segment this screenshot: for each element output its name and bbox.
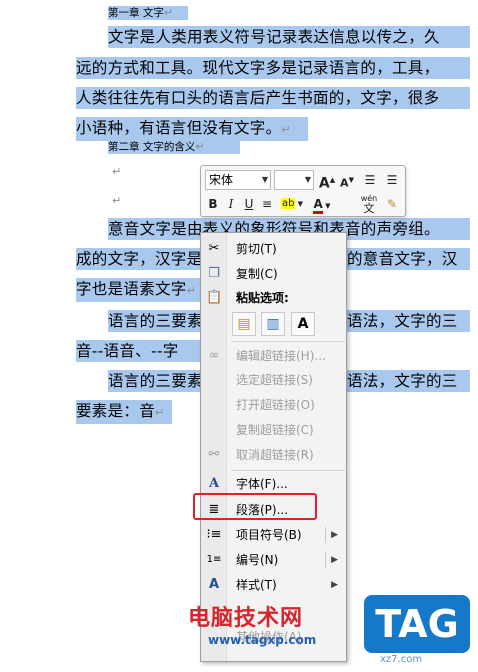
shrink-font-button[interactable]: A▼	[338, 170, 356, 190]
chevron-down-icon: ▼	[304, 175, 311, 184]
empty-paragraph-mark: ↵	[112, 165, 122, 178]
highlight-color-button[interactable]: ab ▼	[279, 194, 305, 214]
chevron-right-icon[interactable]: ▶	[331, 548, 338, 572]
font-icon: A	[208, 476, 220, 491]
paste-options-label: 粘贴选项:	[236, 291, 289, 305]
menu-item-edit-hyperlink[interactable]: ∞ 编辑超链接(H)...	[201, 344, 346, 368]
link-icon: ∞	[208, 348, 220, 363]
menu-item-select-hyperlink[interactable]: 选定超链接(S)	[201, 368, 346, 392]
paragraph-1-line-2: 远的方式和工具。现代文字多是记录语言的，工具，	[76, 57, 470, 79]
grow-font-button[interactable]: A▲	[318, 170, 336, 192]
empty-paragraph-mark: ↵	[112, 194, 122, 207]
numbered-list-icon: 1≡	[206, 554, 222, 565]
chevron-right-icon[interactable]: ▶	[331, 523, 338, 547]
menu-item-bullets[interactable]: ⁝≡ 项目符号(B) ▶	[201, 523, 346, 547]
paragraph-1-line-3: 人类往往先有口头的语言后产生书面的，文字，很多	[76, 87, 470, 109]
increase-indent-icon[interactable]: ☰	[383, 170, 401, 190]
heading-chapter-1: 第一章 文字↵	[108, 6, 188, 20]
styles-icon: A	[208, 577, 220, 592]
paragraph-3-line-2: 音--语音、--字	[76, 340, 204, 362]
heading-chapter-2: 第二章 文字的含义↵	[108, 140, 240, 154]
menu-item-styles[interactable]: A 样式(T) ▶	[201, 573, 346, 597]
paste-merge-format-button[interactable]: ▥	[261, 312, 285, 336]
unlink-icon: ⚯	[208, 447, 220, 462]
watermark-site-name: 电脑技术网	[188, 606, 304, 631]
paragraph-2-line-2-left: 成的文字，汉字是	[76, 248, 204, 270]
italic-button[interactable]: I	[223, 194, 239, 214]
format-painter-icon[interactable]: ✎	[383, 194, 401, 214]
watermark-tag-logo: TAG	[364, 595, 470, 653]
chevron-down-icon: ▼	[261, 175, 268, 184]
paste-keep-format-button[interactable]: ▤	[232, 312, 256, 336]
bold-button[interactable]: B	[205, 194, 221, 214]
paragraph-4-line-1-left: 语言的三要素	[108, 370, 204, 392]
paste-text-only-button[interactable]: A	[291, 312, 315, 336]
bullet-list-icon: ⁝≡	[206, 527, 222, 542]
phonetic-guide-button[interactable]: wén 文	[359, 194, 379, 214]
center-align-button[interactable]: ≡	[259, 194, 275, 214]
menu-item-cut[interactable]: ✂ 剪切(T)	[201, 237, 346, 261]
font-name-combo[interactable]: 宋体 ▼	[205, 170, 271, 190]
paragraph-3-line-1-right: 语法，文字的三	[347, 310, 470, 332]
menu-separator	[231, 470, 345, 471]
menu-item-copy-hyperlink[interactable]: 复制超链接(C)	[201, 418, 346, 442]
paragraph-2-line-3: 字也是语素文字↵	[76, 278, 204, 302]
split-divider	[325, 552, 326, 568]
watermark-tag-url: xz7.com	[380, 654, 423, 665]
split-divider	[325, 527, 326, 543]
paragraph-1-line-1: 文字是人类用表义符号记录表达信息以传之，久	[108, 26, 470, 48]
menu-item-open-hyperlink[interactable]: 打开超链接(O)	[201, 393, 346, 417]
highlight-box-paragraph	[193, 493, 317, 520]
menu-item-copy[interactable]: ❐ 复制(C)	[201, 262, 346, 286]
context-menu: ✂ 剪切(T) ❐ 复制(C) 📋 粘贴选项: ▤ ▥ A ∞ 编辑超链接(H)…	[200, 232, 347, 662]
paragraph-3-line-1-left: 语言的三要素	[108, 310, 204, 332]
mini-formatting-toolbar: 宋体 ▼ ▼ A▲ A▼ ☰ ☰ B I U ≡ ab ▼ A ▼ wén 文 ✎	[200, 165, 406, 217]
menu-separator	[231, 341, 345, 342]
paragraph-1-line-4: 小语种，有语言但没有文字。↵	[76, 117, 308, 141]
paragraph-4-line-2: 要素是：音↵	[76, 400, 172, 424]
scissors-icon: ✂	[208, 241, 220, 256]
copy-icon: ❐	[208, 266, 220, 281]
menu-item-remove-hyperlink[interactable]: ⚯ 取消超链接(R)	[201, 443, 346, 467]
paragraph-4-line-1-right: 语法，文字的三	[347, 370, 470, 392]
menu-item-numbering[interactable]: 1≡ 编号(N) ▶	[201, 548, 346, 572]
underline-button[interactable]: U	[241, 194, 257, 214]
clipboard-icon: 📋	[206, 290, 223, 305]
watermark-site-url: www.tagxp.com	[208, 633, 317, 647]
paragraph-2-line-2-right: 的意音文字，汉	[347, 248, 470, 270]
chevron-right-icon: ▶	[331, 580, 338, 590]
font-size-combo[interactable]: ▼	[274, 170, 314, 190]
font-color-button[interactable]: A ▼	[309, 194, 335, 214]
decrease-indent-icon[interactable]: ☰	[361, 170, 379, 190]
